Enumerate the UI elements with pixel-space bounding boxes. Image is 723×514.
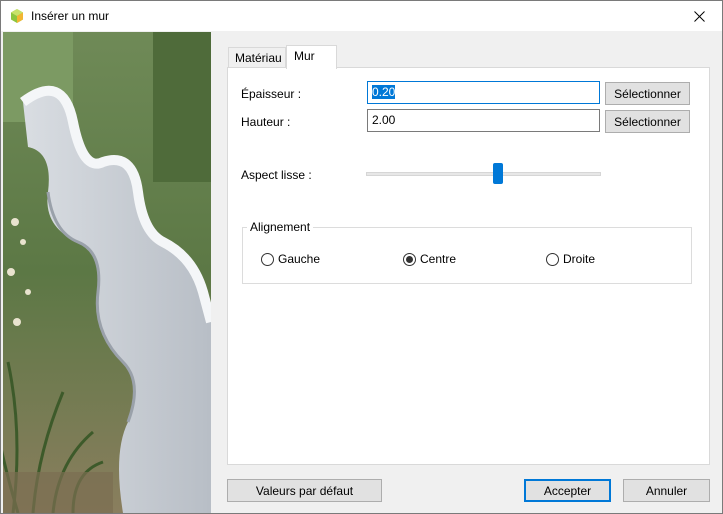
radio-droite[interactable]: Droite (546, 252, 595, 266)
radio-gauche-label: Gauche (278, 252, 321, 266)
aspect-lisse-slider-thumb[interactable] (492, 163, 503, 184)
hauteur-input[interactable]: 2.00 (367, 109, 600, 132)
radio-gauche[interactable]: Gauche (261, 252, 320, 266)
accept-button[interactable]: Accepter (524, 479, 611, 502)
title-bar: Insérer un mur (1, 1, 722, 31)
radio-centre[interactable]: Centre (403, 252, 456, 266)
radio-centre-circle[interactable] (403, 252, 416, 266)
radio-gauche-circle[interactable] (261, 252, 274, 266)
aspect-lisse-label: Aspect lisse : (241, 168, 312, 182)
cancel-button[interactable]: Annuler (623, 479, 710, 502)
dialog-window: Insérer un mur Matériau Mur Épaisseur: … (0, 0, 723, 514)
wall-preview-image (3, 32, 211, 513)
radio-droite-label: Droite (563, 252, 596, 266)
app-icon (11, 9, 23, 23)
hauteur-select-button[interactable]: Sélectionner (605, 110, 690, 133)
radio-centre-label: Centre (420, 252, 457, 266)
radio-selected-dot (406, 255, 413, 263)
hauteur-value: 2.00 (372, 113, 396, 127)
epaisseur-input[interactable]: 0.20 (367, 81, 600, 104)
default-values-button[interactable]: Valeurs par défaut (227, 479, 382, 502)
close-button[interactable] (676, 1, 722, 31)
close-icon (693, 10, 705, 22)
tab-mur[interactable]: Mur (286, 45, 337, 69)
epaisseur-label: Épaisseur : (241, 87, 302, 101)
epaisseur-select-button[interactable]: Sélectionner (605, 82, 690, 105)
tab-materiau[interactable]: Matériau (228, 47, 286, 68)
window-title: Insérer un mur (31, 9, 110, 23)
epaisseur-value: 0.20 (372, 85, 396, 99)
aspect-lisse-slider-track[interactable] (366, 172, 601, 176)
alignment-legend: Alignement (247, 220, 314, 234)
radio-droite-circle[interactable] (546, 252, 559, 266)
hauteur-label: Hauteur : (241, 115, 291, 129)
